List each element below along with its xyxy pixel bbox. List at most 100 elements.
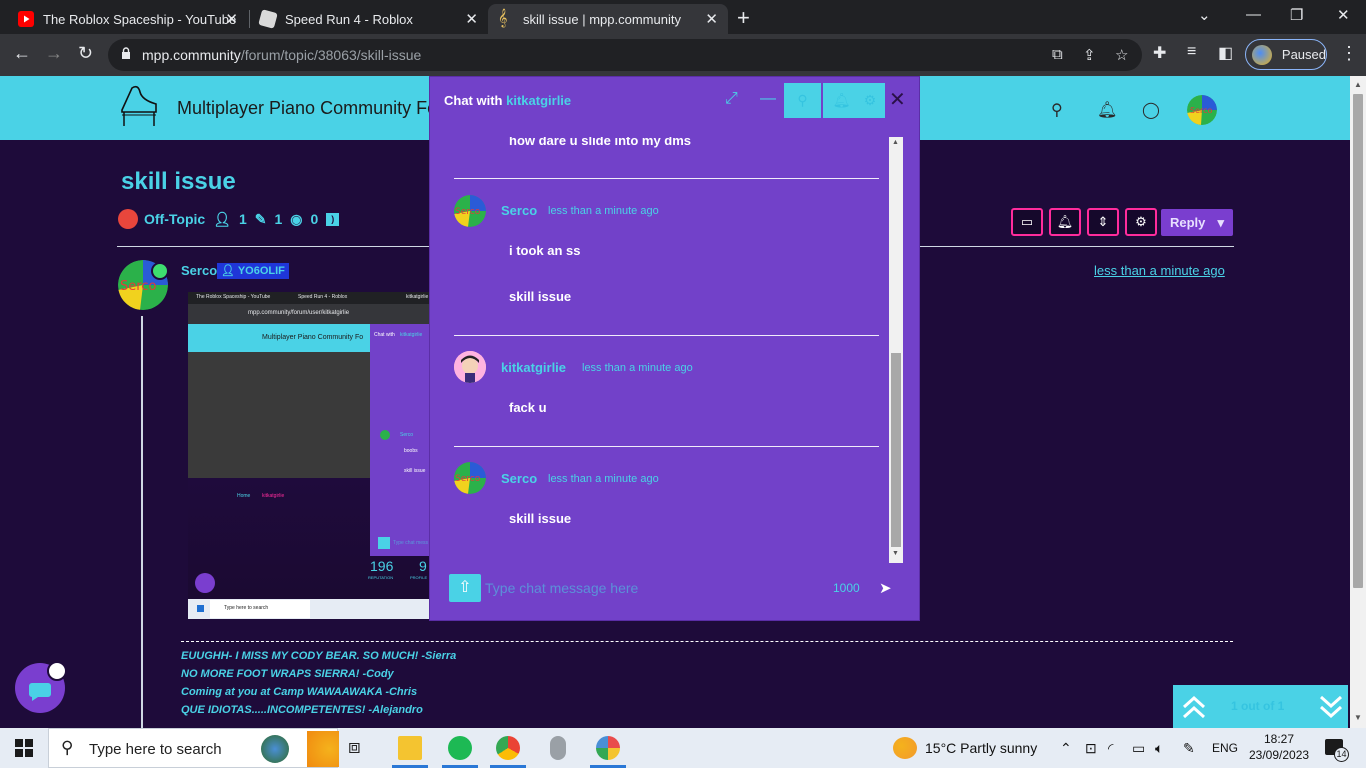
embedded-tab-3: kitkatgirlie (406, 294, 429, 300)
open-in-app-icon[interactable]: ⧉ (1052, 46, 1063, 63)
meet-now-icon[interactable]: ⊡ (1085, 740, 1097, 757)
user-group-badge[interactable]: 👤︎ YO6OLIF (217, 263, 289, 279)
site-title[interactable]: Multiplayer Piano Community Fo (177, 98, 437, 119)
menu-kebab-icon[interactable]: ⋮ (1340, 43, 1358, 64)
expand-icon[interactable]: ⤢ (725, 90, 738, 108)
tab-mpp-community[interactable]: 𝄞 skill issue | mpp.community ✕ (488, 4, 728, 34)
chat-partner-name[interactable]: kitkatgirlie (506, 93, 571, 108)
page-scrollbar[interactable]: ▲ ▼ (1350, 76, 1366, 728)
mouse-app-icon[interactable] (550, 736, 566, 760)
tray-overflow-icon[interactable]: ⌃ (1060, 740, 1072, 757)
reload-icon[interactable]: ↻ (78, 43, 93, 64)
scroll-up-icon[interactable]: ▲ (1354, 80, 1362, 89)
windows-start-icon[interactable] (15, 739, 33, 757)
tab-search-icon[interactable]: ⌄ (1198, 6, 1211, 24)
piano-logo-icon[interactable] (118, 82, 162, 130)
embedded-breadcrumb-home: Home (237, 493, 251, 499)
chat-author-name[interactable]: Serco (501, 471, 537, 486)
reply-button[interactable]: Reply ▾ (1161, 209, 1233, 236)
spotify-icon[interactable] (448, 736, 472, 760)
chat-scroll-up-icon[interactable]: ▲ (892, 139, 899, 146)
globe-icon (261, 735, 289, 763)
close-window-icon[interactable]: ✕ (1337, 6, 1350, 24)
online-status-dot (151, 262, 169, 280)
tab-youtube[interactable]: The Roblox Spaceship - YouTube ✕ (8, 4, 248, 34)
settings-gear-icon[interactable]: ⚙ (1125, 208, 1157, 236)
bookmark-star-icon[interactable]: ☆ (1115, 46, 1128, 64)
upload-icon[interactable]: ⇧ (449, 574, 481, 602)
paint-icon[interactable] (596, 736, 620, 760)
user-avatar[interactable]: Serco (1187, 95, 1217, 125)
scroll-down-icon[interactable]: ▼ (1354, 713, 1362, 722)
sort-icon[interactable]: ⇕ (1087, 208, 1119, 236)
chat-bubble-icon[interactable]: ◯ (1142, 100, 1160, 120)
chat-author-name[interactable]: kitkatgirlie (501, 360, 566, 375)
wifi-icon[interactable]: ◜ (1108, 740, 1113, 757)
volume-icon[interactable]: 🔈︎ (1155, 740, 1163, 757)
side-panel-icon[interactable]: ◧ (1218, 43, 1233, 63)
task-view-icon[interactable]: ⧈ (348, 736, 372, 760)
posters-icon: 👤︎ (213, 210, 231, 227)
caret-down-icon[interactable]: ▾ (1217, 209, 1224, 236)
signature-line: Coming at you at Camp WAWAAWAKA -Chris (181, 686, 418, 698)
share-icon[interactable]: ⇪ (1083, 46, 1096, 64)
new-tab-button[interactable]: + (737, 5, 750, 31)
search-icon[interactable]: ⚲ (1051, 100, 1063, 120)
close-chat-icon[interactable]: ✕ (889, 87, 906, 112)
post-timestamp[interactable]: less than a minute ago (1094, 263, 1225, 278)
close-tab-icon[interactable]: ✕ (225, 10, 238, 28)
scroll-top-icon[interactable] (1181, 693, 1207, 721)
file-explorer-icon[interactable] (398, 736, 422, 760)
post-author-name[interactable]: Serco (181, 263, 217, 278)
close-tab-icon[interactable]: ✕ (705, 10, 718, 28)
chrome-icon[interactable] (496, 736, 520, 760)
scroll-bottom-icon[interactable] (1318, 693, 1344, 721)
embedded-url: mpp.community/forum/user/kitkatgirlie (248, 310, 350, 316)
pen-icon[interactable]: ✎ (1183, 740, 1195, 757)
chat-avatar-serco[interactable]: Serco (454, 462, 486, 494)
close-tab-icon[interactable]: ✕ (465, 10, 478, 28)
moon-icon (307, 731, 339, 767)
category-link[interactable]: Off-Topic (144, 211, 205, 227)
chat-scrollbar-thumb[interactable] (891, 353, 901, 547)
weather-text[interactable]: 15°C Partly sunny (925, 740, 1037, 756)
weather-icon[interactable] (893, 737, 917, 759)
inbox-icon[interactable]: ▭ (1011, 208, 1043, 236)
chat-author-name[interactable]: Serco (501, 203, 537, 218)
clock[interactable]: 18:27 23/09/2023 (1249, 731, 1309, 763)
restore-icon[interactable]: ❐ (1290, 6, 1303, 24)
floating-chat-button[interactable] (15, 661, 67, 713)
profile-paused-button[interactable]: Paused (1245, 39, 1327, 70)
taskbar-search-box[interactable]: ⚲ Type here to search (48, 728, 339, 768)
post-screenshot-image[interactable]: The Roblox Spaceship - YouTube Speed Run… (188, 292, 430, 619)
scrollbar-thumb[interactable] (1353, 94, 1363, 588)
chat-settings-icon[interactable]: ⚙ (855, 83, 885, 118)
address-bar[interactable]: mpp.community/forum/topic/38063/skill-is… (108, 39, 1142, 71)
media-control-icon[interactable]: ≡ (1187, 43, 1196, 61)
back-icon[interactable]: ← (13, 43, 31, 64)
clock-date: 23/09/2023 (1249, 748, 1310, 762)
chat-message-input[interactable] (485, 577, 825, 599)
search-messages-icon[interactable]: ⚲ (784, 83, 821, 118)
rss-icon[interactable]: ) (326, 212, 340, 226)
chat-avatar-kitkatgirlie[interactable] (454, 351, 486, 383)
signature-line: NO MORE FOOT WRAPS SIERRA! -Cody (181, 668, 394, 680)
watch-bell-icon[interactable]: 🔔︎ (1049, 208, 1081, 236)
minimize-icon[interactable]: — (1246, 6, 1261, 23)
extensions-icon[interactable]: ✚ (1153, 43, 1166, 63)
send-icon[interactable]: ➤ (879, 579, 892, 597)
embedded-chat-title: Chat with (374, 332, 395, 338)
bell-icon[interactable]: 🔔︎ (1097, 100, 1117, 120)
language-indicator[interactable]: ENG (1212, 741, 1238, 755)
signature-divider (181, 641, 1233, 642)
url-text[interactable]: mpp.community/forum/topic/38063/skill-is… (142, 47, 421, 63)
chat-avatar-serco[interactable]: Serco (454, 195, 486, 227)
chat-scroll-down-icon[interactable]: ▼ (892, 550, 899, 557)
battery-icon[interactable]: ▭ (1132, 740, 1145, 757)
minimize-chat-icon[interactable]: — (760, 90, 776, 108)
chat-message-text: how dare u slide into my dms (509, 137, 692, 148)
chat-scrollbar[interactable]: ▲ ▼ (889, 137, 903, 563)
tab-roblox[interactable]: Speed Run 4 - Roblox ✕ (250, 4, 488, 34)
topic-actions: ▭ 🔔︎ ⇕ ⚙ (1011, 208, 1163, 236)
forward-icon[interactable]: → (45, 43, 63, 64)
